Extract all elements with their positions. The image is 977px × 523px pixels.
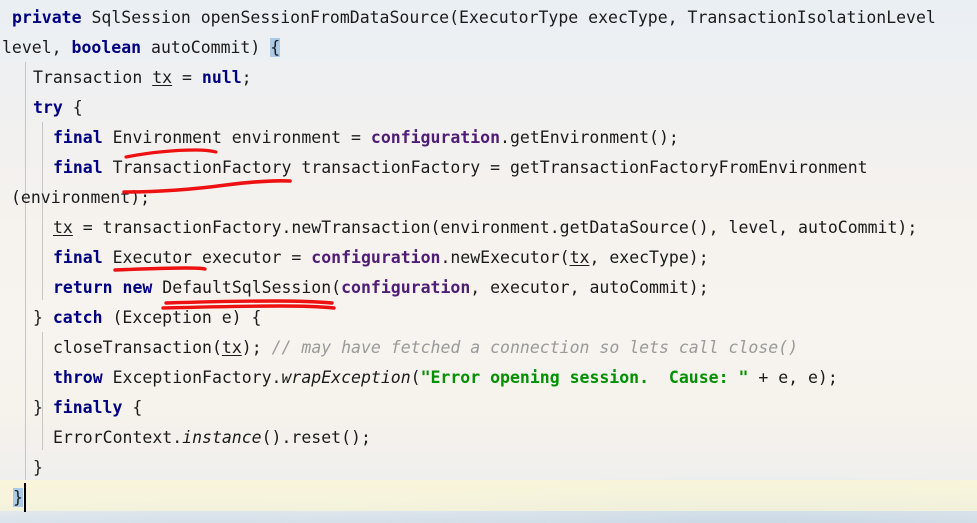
- matched-brace-close: }: [13, 488, 23, 507]
- code-line-12[interactable]: closeTransaction(tx); // may have fetche…: [53, 333, 798, 363]
- code-line-14[interactable]: } finally {: [33, 393, 142, 423]
- token-method-instance: instance: [182, 428, 262, 447]
- code-line-15[interactable]: ErrorContext.instance().reset();: [53, 423, 371, 453]
- matched-brace-open: {: [270, 38, 281, 57]
- code-line-9[interactable]: final Executor executor = configuration.…: [53, 243, 709, 273]
- code-line-4[interactable]: try {: [33, 93, 83, 123]
- code-line-2[interactable]: level, boolean autoCommit) {: [0, 33, 281, 63]
- token-field-configuration-2: configuration: [311, 248, 441, 267]
- token-keyword-final-1: final: [53, 128, 103, 147]
- token-keyword-final-2: final: [53, 158, 103, 177]
- token-field-configuration-1: configuration: [370, 128, 501, 147]
- code-editor-view[interactable]: private SqlSession openSessionFromDataSo…: [0, 0, 977, 523]
- token-comment: // may have fetched a connection so lets…: [271, 338, 799, 357]
- token-keyword-boolean: boolean: [71, 38, 142, 57]
- token-keyword-finally: finally: [52, 398, 123, 417]
- token-method-wrapexception: wrapException: [281, 368, 411, 387]
- code-text-layer[interactable]: private SqlSession openSessionFromDataSo…: [0, 0, 977, 523]
- token-field-configuration-3: configuration: [341, 278, 471, 297]
- token-variable-tx-4: tx: [221, 338, 242, 357]
- token-keyword-private: private: [12, 8, 82, 27]
- code-line-1[interactable]: private SqlSession openSessionFromDataSo…: [0, 3, 936, 33]
- code-line-3[interactable]: Transaction tx = null;: [33, 63, 252, 93]
- token-keyword-catch: catch: [52, 308, 103, 327]
- code-line-16[interactable]: }: [33, 453, 43, 483]
- indent-guide-level-1: [25, 62, 26, 480]
- text-caret: [24, 483, 26, 512]
- code-line-7[interactable]: (environment);: [11, 183, 150, 213]
- code-line-11[interactable]: } catch (Exception e) {: [33, 303, 262, 333]
- token-keyword-try: try: [33, 98, 63, 117]
- token-keyword-new: new: [122, 278, 153, 297]
- token-keyword-null: null: [201, 68, 242, 87]
- indent-guide-level-3: [42, 332, 43, 450]
- token-variable-tx-2: tx: [53, 218, 73, 237]
- token-keyword-return: return: [53, 278, 113, 297]
- token-string-literal: "Error opening session. Cause: ": [420, 368, 749, 387]
- code-line-8[interactable]: tx = transactionFactory.newTransaction(e…: [53, 213, 917, 243]
- token-variable-tx-3: tx: [569, 248, 590, 267]
- code-line-13[interactable]: throw ExceptionFactory.wrapException("Er…: [53, 363, 838, 393]
- code-line-6[interactable]: final TransactionFactory transactionFact…: [53, 153, 868, 183]
- token-variable-tx: tx: [152, 68, 173, 87]
- code-line-17[interactable]: }: [13, 483, 23, 513]
- code-line-10[interactable]: return new DefaultSqlSession(configurati…: [53, 273, 709, 303]
- token-keyword-throw: throw: [53, 368, 103, 387]
- code-line-5[interactable]: final Environment environment = configur…: [53, 123, 679, 153]
- token-keyword-final-3: final: [53, 248, 103, 267]
